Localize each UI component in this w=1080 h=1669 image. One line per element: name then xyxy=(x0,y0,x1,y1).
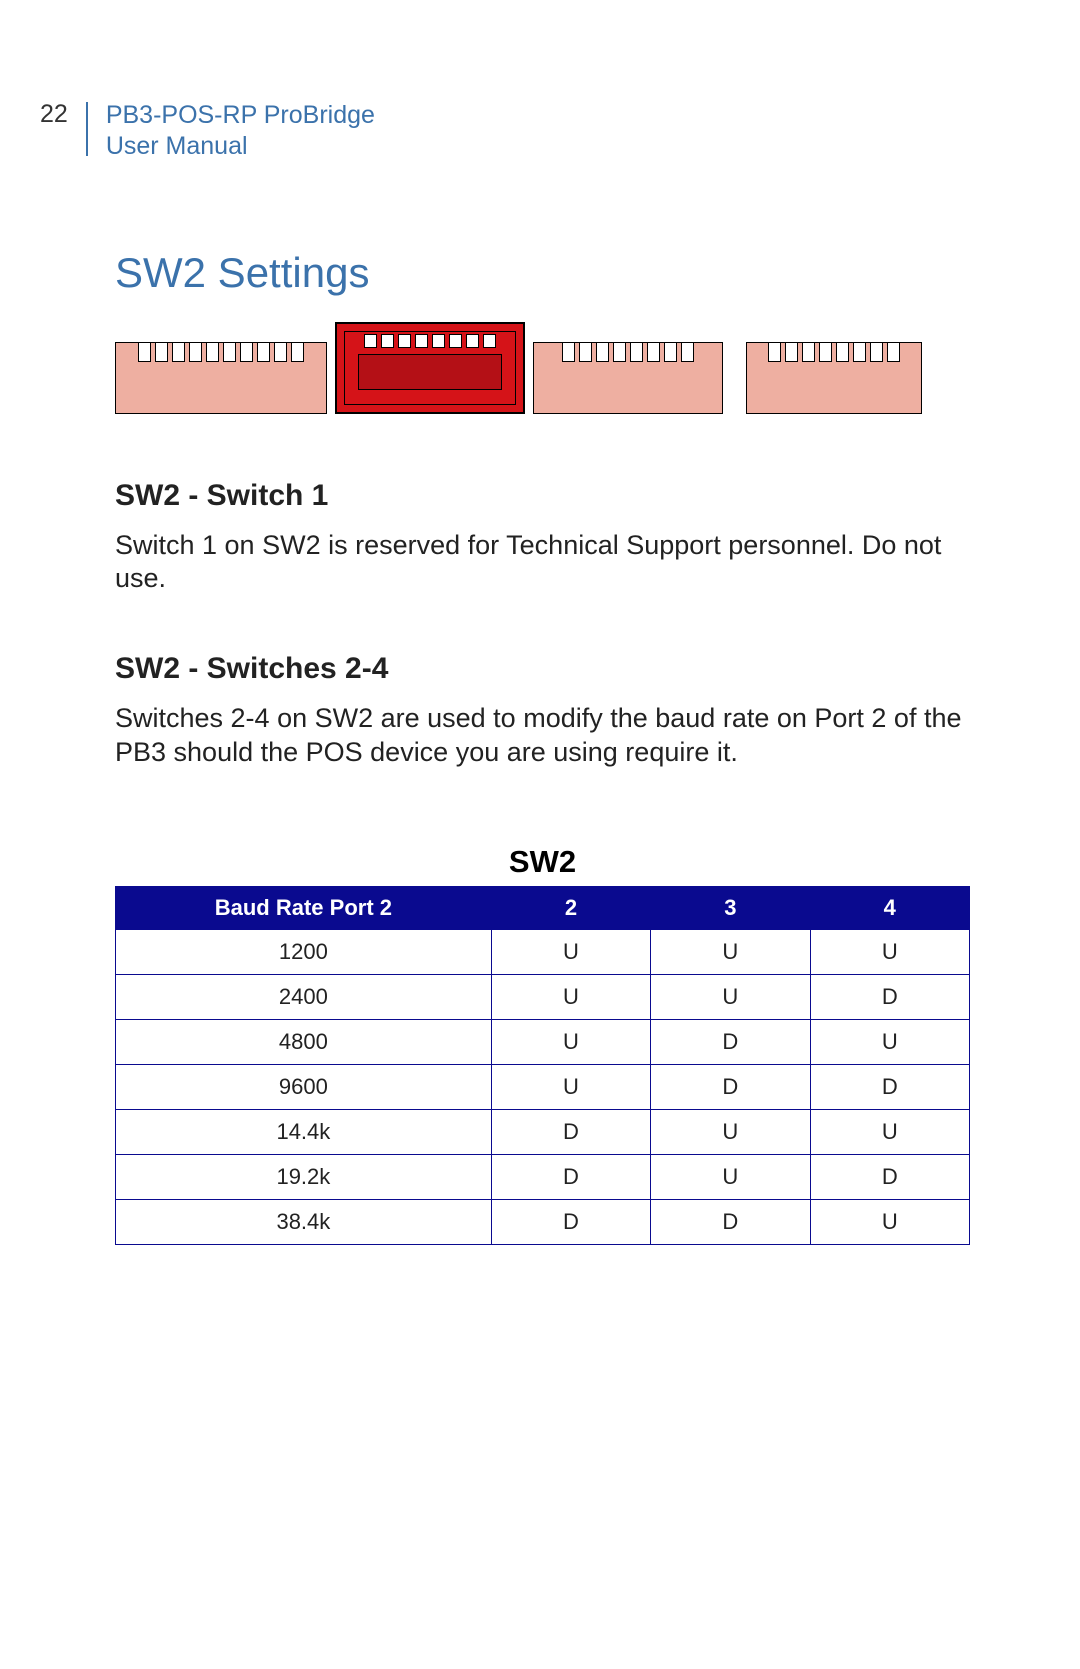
dip-bank-4 xyxy=(746,342,922,414)
table-header-row: Baud Rate Port 2 2 3 4 xyxy=(116,886,970,929)
table-cell: D xyxy=(651,1064,810,1109)
section2-heading: SW2 - Switches 2-4 xyxy=(115,652,970,686)
table-header-cell: Baud Rate Port 2 xyxy=(116,886,492,929)
table-header-cell: 3 xyxy=(651,886,810,929)
table-row: 38.4kDDU xyxy=(116,1199,970,1244)
table-cell: D xyxy=(810,1064,969,1109)
table-cell: 9600 xyxy=(116,1064,492,1109)
table-cell: D xyxy=(491,1154,650,1199)
table-cell: D xyxy=(810,974,969,1019)
baud-rate-table: Baud Rate Port 2 2 3 4 1200UUU2400UUD480… xyxy=(115,886,970,1245)
dip-bank-3 xyxy=(533,342,723,414)
table-cell: D xyxy=(491,1199,650,1244)
table-cell: U xyxy=(651,1109,810,1154)
page-header: 22 PB3-POS-RP ProBridge User Manual xyxy=(40,100,970,163)
table-title: SW2 xyxy=(115,844,970,880)
table-cell: D xyxy=(810,1154,969,1199)
table-cell: 1200 xyxy=(116,929,492,974)
dip-bank-1 xyxy=(115,342,327,414)
table-row: 19.2kDUD xyxy=(116,1154,970,1199)
doc-title-line1: PB3-POS-RP ProBridge xyxy=(106,101,375,129)
table-cell: U xyxy=(810,1199,969,1244)
table-row: 9600UDD xyxy=(116,1064,970,1109)
table-cell: U xyxy=(651,1154,810,1199)
table-row: 2400UUD xyxy=(116,974,970,1019)
document-title: PB3-POS-RP ProBridge User Manual xyxy=(106,100,375,163)
table-row: 1200UUU xyxy=(116,929,970,974)
table-cell: D xyxy=(491,1109,650,1154)
section1-heading: SW2 - Switch 1 xyxy=(115,479,970,513)
table-row: 14.4kDUU xyxy=(116,1109,970,1154)
table-header-cell: 4 xyxy=(810,886,969,929)
table-cell: 4800 xyxy=(116,1019,492,1064)
page-title: SW2 Settings xyxy=(115,249,970,297)
table-cell: U xyxy=(651,929,810,974)
table-cell: 14.4k xyxy=(116,1109,492,1154)
table-cell: U xyxy=(491,974,650,1019)
table-cell: D xyxy=(651,1199,810,1244)
table-cell: 19.2k xyxy=(116,1154,492,1199)
doc-title-line2: User Manual xyxy=(106,132,248,160)
section1-body: Switch 1 on SW2 is reserved for Technica… xyxy=(115,529,970,597)
table-cell: U xyxy=(491,1064,650,1109)
section2-body: Switches 2-4 on SW2 are used to modify t… xyxy=(115,702,970,770)
table-cell: U xyxy=(491,929,650,974)
table-cell: D xyxy=(651,1019,810,1064)
table-row: 4800UDU xyxy=(116,1019,970,1064)
table-cell: U xyxy=(810,1109,969,1154)
page-number: 22 xyxy=(40,100,68,129)
table-cell: 2400 xyxy=(116,974,492,1019)
dip-switch-diagram xyxy=(115,319,970,414)
table-cell: 38.4k xyxy=(116,1199,492,1244)
dip-bank-2-highlighted xyxy=(335,322,525,414)
table-cell: U xyxy=(491,1019,650,1064)
table-header-cell: 2 xyxy=(491,886,650,929)
table-cell: U xyxy=(810,929,969,974)
header-divider xyxy=(86,102,88,156)
table-cell: U xyxy=(651,974,810,1019)
table-cell: U xyxy=(810,1019,969,1064)
